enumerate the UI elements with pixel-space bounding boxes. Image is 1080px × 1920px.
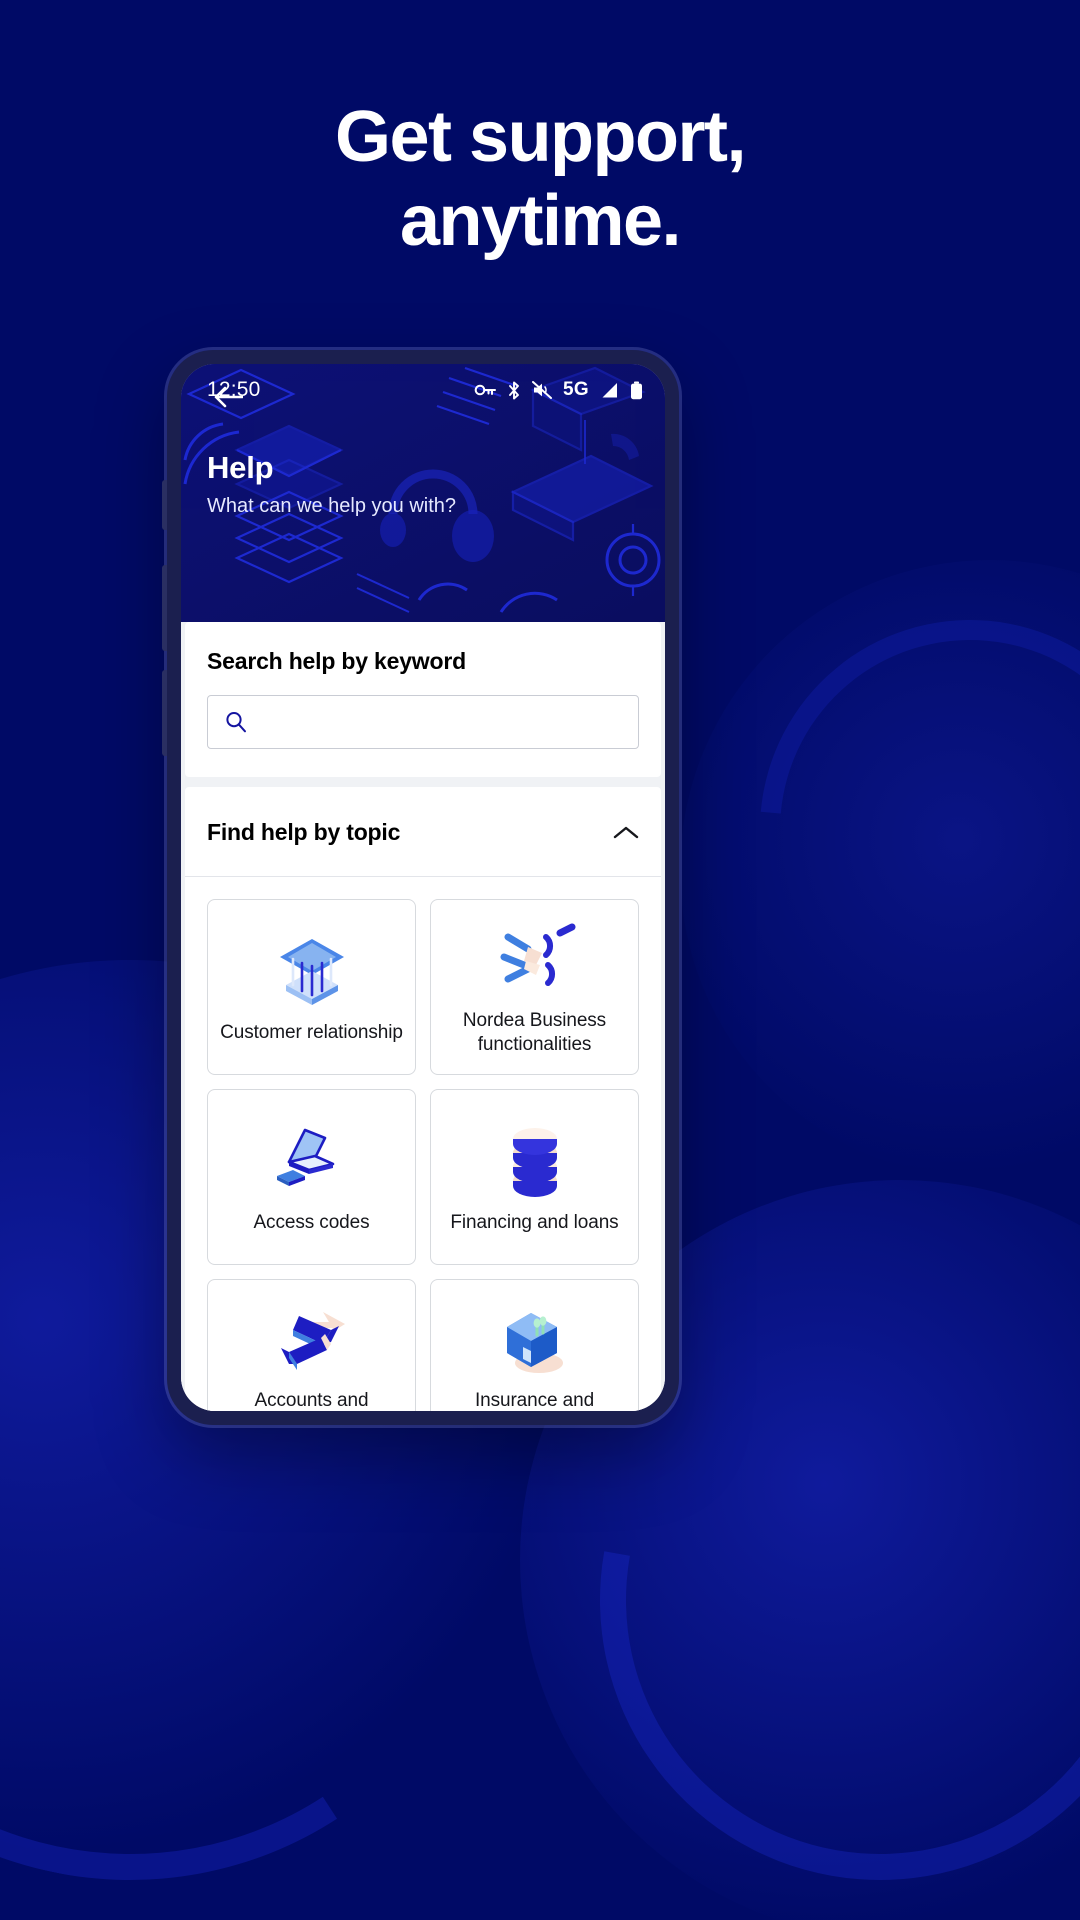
promo-headline: Get support, anytime. xyxy=(0,96,1080,263)
mute-icon xyxy=(532,381,553,399)
promo-line-1: Get support, xyxy=(335,97,747,177)
topic-tiles-grid: Customer relationship Nordea Business fu… xyxy=(185,877,661,1411)
topic-tile-label: Nordea Business functionalities xyxy=(462,1009,607,1055)
phone-button-volume-down xyxy=(162,670,167,756)
network-type-label: 5G xyxy=(563,379,589,400)
status-bar-time: 12:50 xyxy=(207,378,261,401)
page-subtitle: What can we help you with? xyxy=(207,495,457,517)
promo-line-2: anytime. xyxy=(399,180,682,261)
topic-tile-financing-and-loans[interactable]: Financing and loans xyxy=(430,1089,639,1265)
topic-tile-access-codes[interactable]: Access codes xyxy=(207,1089,416,1265)
topics-section-toggle[interactable]: Find help by topic xyxy=(185,787,661,877)
topic-tile-customer-relationship[interactable]: Customer relationship xyxy=(207,899,416,1075)
topic-tile-insurance-and-investments[interactable]: Insurance and investments xyxy=(430,1279,639,1411)
phone-button-volume-up xyxy=(162,565,167,651)
search-card-title: Search help by keyword xyxy=(207,648,466,674)
find-help-by-topic-card: Find help by topic Customer relationship… xyxy=(185,787,661,1411)
app-body: Search help by keyword Find help by topi… xyxy=(181,416,665,1411)
bluetooth-icon xyxy=(509,381,519,399)
search-field-wrapper[interactable] xyxy=(207,695,639,749)
search-input[interactable] xyxy=(260,711,622,733)
topic-tile-label: Access codes xyxy=(253,1211,370,1233)
topic-tile-label: Customer relationship xyxy=(220,1021,403,1043)
help-scroll-area[interactable]: Search help by keyword Find help by topi… xyxy=(181,622,665,1411)
phone-frame: Help What can we help you with? 12:50 5G… xyxy=(162,350,679,1425)
bank-building-icon xyxy=(272,929,352,1013)
battery-icon xyxy=(631,381,642,399)
topic-tile-label: Financing and loans xyxy=(450,1211,619,1233)
laptop-icon xyxy=(271,1119,353,1203)
signal-icon xyxy=(602,382,617,397)
chevron-up-icon[interactable] xyxy=(613,825,639,841)
topics-section-title: Find help by topic xyxy=(207,819,401,845)
coins-stack-icon xyxy=(497,1119,573,1203)
phone-button-mute xyxy=(162,480,167,530)
topic-tile-nordea-business-functionalities[interactable]: Nordea Business functionalities xyxy=(430,899,639,1075)
transfer-arrows-icon xyxy=(271,1297,353,1381)
key-icon xyxy=(474,384,497,396)
topic-tile-label: Accounts and payments xyxy=(254,1389,369,1411)
handshake-icon xyxy=(494,917,576,1001)
status-bar: 12:50 5G xyxy=(181,364,665,416)
page-title: Help xyxy=(207,450,274,485)
search-icon xyxy=(226,712,246,733)
house-icon xyxy=(495,1297,575,1381)
search-help-card: Search help by keyword xyxy=(185,622,661,777)
phone-screen: Help What can we help you with? 12:50 5G… xyxy=(181,364,665,1411)
topic-tile-accounts-and-payments[interactable]: Accounts and payments xyxy=(207,1279,416,1411)
topic-tile-label: Insurance and investments xyxy=(474,1389,595,1411)
status-bar-icons: 5G xyxy=(474,379,643,401)
